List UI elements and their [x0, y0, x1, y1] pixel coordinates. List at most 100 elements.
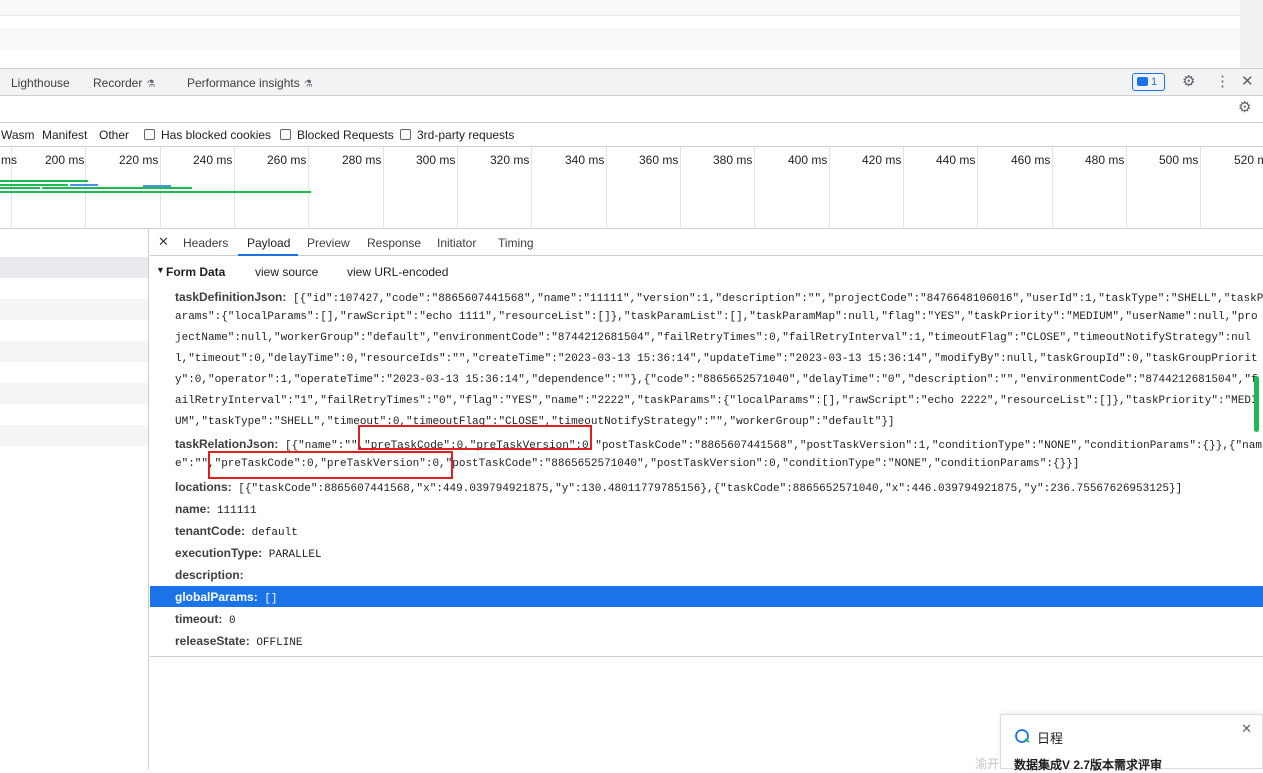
timeline-gridline [531, 147, 532, 229]
timeline-tick-label: 500 ms [1159, 153, 1199, 167]
globalParams-value: [] [264, 593, 278, 605]
checkbox-box [400, 129, 411, 140]
tab-payload[interactable]: Payload [247, 236, 290, 250]
taskDefinitionJson-line: jectName":null,"workerGroup":"default","… [175, 332, 1251, 344]
globalParams-label: globalParams: [175, 590, 258, 604]
globalParams-row[interactable]: globalParams: [] [175, 590, 1263, 605]
releaseState-label: releaseState: [175, 634, 250, 648]
close-detail-icon[interactable]: ✕ [158, 234, 169, 250]
executionType-label: executionType: [175, 546, 263, 560]
description-row: description: [175, 568, 1263, 583]
taskDefinitionJson-line: l,"timeout":0,"delayTime":0,"resourceIds… [175, 353, 1258, 365]
request-row[interactable] [0, 383, 148, 404]
executionType-value: PARALLEL [268, 549, 322, 561]
timeout-value: 0 [228, 615, 236, 627]
message-icon [1137, 77, 1148, 86]
page-content-strip [0, 28, 1240, 50]
timeline-gridline [680, 147, 681, 229]
view-source-link[interactable]: view source [255, 265, 318, 279]
request-row[interactable] [0, 425, 148, 446]
checkbox-label: Blocked Requests [297, 128, 394, 142]
filter-type-other[interactable]: Other [99, 128, 129, 142]
taskRelationJson-label: taskRelationJson: [175, 437, 279, 451]
flask-icon: ⚗ [303, 79, 313, 90]
tab-performance-insights-label: Performance insights [187, 76, 300, 90]
flask-icon: ⚗ [146, 79, 156, 90]
tab-timing[interactable]: Timing [498, 236, 534, 250]
filter-type-manifest[interactable]: Manifest [42, 128, 87, 142]
taskDefinitionJson-value: [{"id":107427,"code":"8865607441568","na… [292, 293, 1263, 305]
network-timeline-overview[interactable]: ms 200 ms 220 ms 240 ms 260 ms 280 ms 30… [0, 147, 1263, 229]
tab-recorder[interactable]: Recorder ⚗ [93, 76, 155, 90]
timeline-tick-label: 520 ms [1234, 153, 1263, 167]
blocked-requests-checkbox[interactable]: Blocked Requests [280, 128, 394, 142]
executionType-row: executionType: PARALLEL [175, 546, 1263, 561]
waterfall-bar [0, 180, 88, 182]
annotation-box [208, 451, 453, 479]
annotation-box [358, 425, 592, 450]
timeline-tick-label: 380 ms [713, 153, 753, 167]
name-value: 111111 [216, 505, 257, 517]
issues-count: 1 [1151, 76, 1158, 88]
timeline-gridline [606, 147, 607, 229]
close-icon[interactable]: ✕ [1241, 721, 1252, 737]
timeline-tick-label: 420 ms [862, 153, 902, 167]
timeline-tick-label: 360 ms [639, 153, 679, 167]
scrollbar-thumb[interactable] [1254, 376, 1259, 432]
divider [150, 656, 1263, 657]
has-blocked-cookies-checkbox[interactable]: Has blocked cookies [144, 128, 271, 142]
tab-lighthouse[interactable]: Lighthouse [11, 76, 70, 90]
waterfall-bar [143, 185, 171, 187]
timeline-tick-label: ms [1, 153, 17, 167]
waterfall-bar [42, 187, 192, 189]
timeline-tick-label: 220 ms [119, 153, 159, 167]
schedule-notification[interactable]: 日程 ✕ 数据集成V 2.7版本需求评审 [1000, 714, 1263, 772]
third-party-requests-checkbox[interactable]: 3rd-party requests [400, 128, 514, 142]
taskDefinitionJson-line: UM","taskType":"SHELL","timeout":0,"time… [175, 416, 895, 428]
tab-headers[interactable]: Headers [183, 236, 228, 250]
filter-bar: Wasm Manifest Other Has blocked cookies … [0, 123, 1263, 147]
timeline-gridline [977, 147, 978, 229]
tab-preview[interactable]: Preview [307, 236, 350, 250]
timeline-gridline [457, 147, 458, 229]
timeline-tick-label: 460 ms [1011, 153, 1051, 167]
tab-performance-insights[interactable]: Performance insights ⚗ [187, 76, 313, 90]
taskDefinitionJson-line: y":0,"operator":1,"operateTime":"2023-03… [175, 374, 1258, 386]
timeout-label: timeout: [175, 612, 223, 626]
expand-triangle-icon[interactable]: ▼ [156, 265, 165, 275]
gear-icon[interactable]: ⚙ [1182, 73, 1195, 91]
request-row-selected[interactable] [0, 257, 148, 278]
issues-badge[interactable]: 1 [1132, 73, 1165, 91]
close-icon[interactable]: ✕ [1241, 73, 1254, 91]
waterfall-bar [0, 184, 68, 186]
timeline-gridline [383, 147, 384, 229]
network-settings-gear-icon[interactable]: ⚙ [1238, 99, 1251, 117]
form-data-title[interactable]: Form Data [166, 265, 225, 279]
timeline-tick-label: 300 ms [416, 153, 456, 167]
taskDefinitionJson-line: arams":{"localParams":[],"rawScript":"ec… [175, 311, 1258, 323]
request-row[interactable] [0, 299, 148, 320]
request-list[interactable] [0, 229, 149, 769]
timeline-gridline [1126, 147, 1127, 229]
view-url-encoded-link[interactable]: view URL-encoded [347, 265, 448, 279]
request-row[interactable] [0, 341, 148, 362]
taskDefinitionJson-line: ailRetryInterval":"1","failRetryTimes":"… [175, 395, 1258, 407]
waterfall-bar [70, 184, 98, 186]
tab-response[interactable]: Response [367, 236, 421, 250]
timeline-tick-label: 260 ms [267, 153, 307, 167]
timeline-gridline [754, 147, 755, 229]
timeline-tick-label: 440 ms [936, 153, 976, 167]
more-menu-icon[interactable]: ⋮ [1215, 73, 1230, 91]
page-scrollbar[interactable] [1240, 0, 1263, 68]
tab-recorder-label: Recorder [93, 76, 143, 90]
name-row: name: 111111 [175, 502, 1263, 517]
notification-subtitle: 数据集成V 2.7版本需求评审 [1014, 758, 1163, 772]
filter-type-wasm[interactable]: Wasm [1, 128, 35, 142]
tenantCode-label: tenantCode: [175, 524, 245, 538]
devtools-tabbar: Lighthouse Recorder ⚗ Performance insight… [0, 68, 1263, 96]
timeline-tick-label: 320 ms [490, 153, 530, 167]
locations-value: [{"taskCode":8865607441568,"x":449.03979… [238, 483, 1183, 495]
taskRelationJson-line: taskRelationJson: [{"name":"","preTaskCo… [175, 437, 1263, 452]
timeline-tick-label: 280 ms [342, 153, 382, 167]
tab-initiator[interactable]: Initiator [437, 236, 476, 250]
